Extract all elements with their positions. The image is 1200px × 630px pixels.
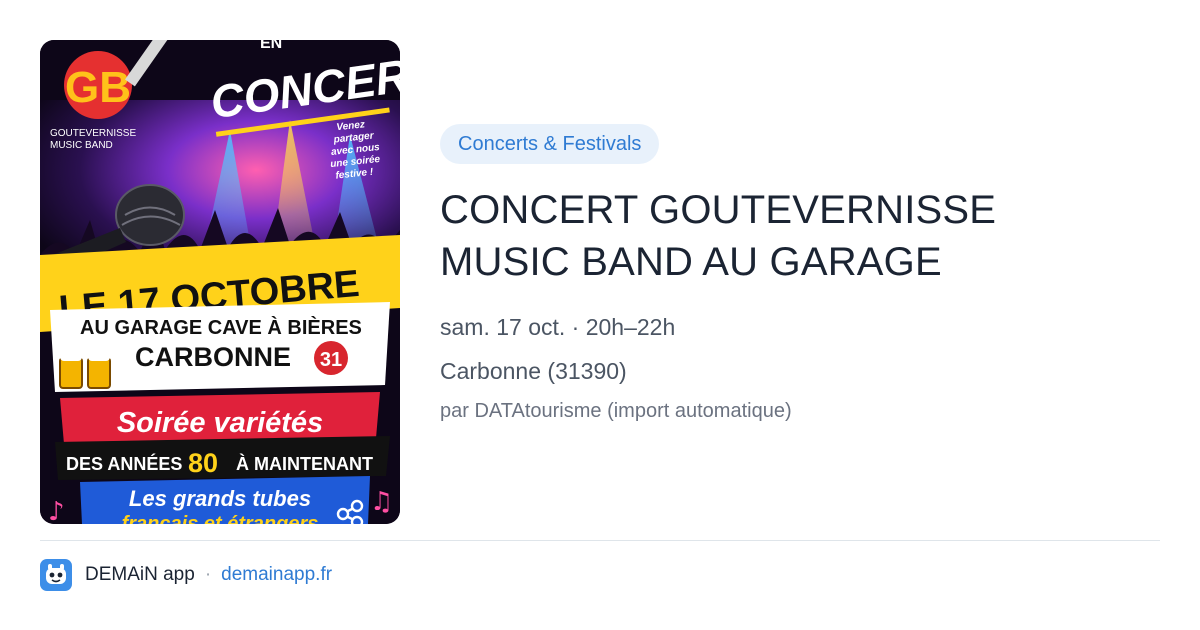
- poster-band-line1: GOUTEVERNISSE: [50, 128, 136, 139]
- event-title[interactable]: CONCERT GOUTEVERNISSE MUSIC BAND AU GARA…: [440, 184, 1160, 288]
- poster-venue-line: AU GARAGE CAVE À BIÈRES: [80, 316, 362, 339]
- poster-band-line2: MUSIC BAND: [50, 140, 113, 151]
- footer-divider: [40, 540, 1160, 541]
- poster-soiree: Soirée variétés: [117, 407, 323, 439]
- poster-tubes-line2: français et étrangers: [122, 513, 319, 524]
- app-name: DEMAiN app: [85, 564, 195, 585]
- demain-app-icon: [40, 559, 72, 591]
- poster-headline-prefix: EN: [260, 40, 282, 52]
- link-preview-card[interactable]: GB GOUTEVERNISSE MUSIC BAND EN CONCERT V…: [0, 0, 1200, 630]
- poster-town: CARBONNE: [135, 342, 291, 372]
- event-source: par DATAtourisme (import automatique): [440, 400, 792, 422]
- event-location: Carbonne (31390): [440, 358, 627, 384]
- music-note-icon: ♫: [370, 487, 393, 517]
- event-date: sam. 17 oct. · 20h–22h: [440, 314, 676, 340]
- event-title-line1: CONCERT GOUTEVERNISSE: [440, 188, 997, 232]
- category-badge[interactable]: Concerts & Festivals: [440, 124, 660, 164]
- footer: DEMAiN app · demainapp.fr: [40, 558, 332, 592]
- music-note-icon: ♪: [48, 497, 65, 524]
- app-domain-link[interactable]: demainapp.fr: [221, 564, 332, 586]
- poster-years-pre: DES ANNÉES: [66, 453, 182, 474]
- event-poster-image[interactable]: GB GOUTEVERNISSE MUSIC BAND EN CONCERT V…: [40, 40, 400, 524]
- footer-separator: ·: [204, 564, 212, 585]
- poster-years-num: 80: [188, 448, 218, 478]
- poster-years-post: À MAINTENANT: [236, 453, 373, 474]
- poster-department: 31: [320, 349, 342, 371]
- event-info: Concerts & Festivals CONCERT GOUTEVERNIS…: [440, 124, 1160, 424]
- poster-tubes-line1: Les grands tubes: [129, 486, 311, 511]
- event-title-line2: MUSIC BAND AU GARAGE: [440, 240, 942, 284]
- svg-text:GB: GB: [65, 63, 131, 112]
